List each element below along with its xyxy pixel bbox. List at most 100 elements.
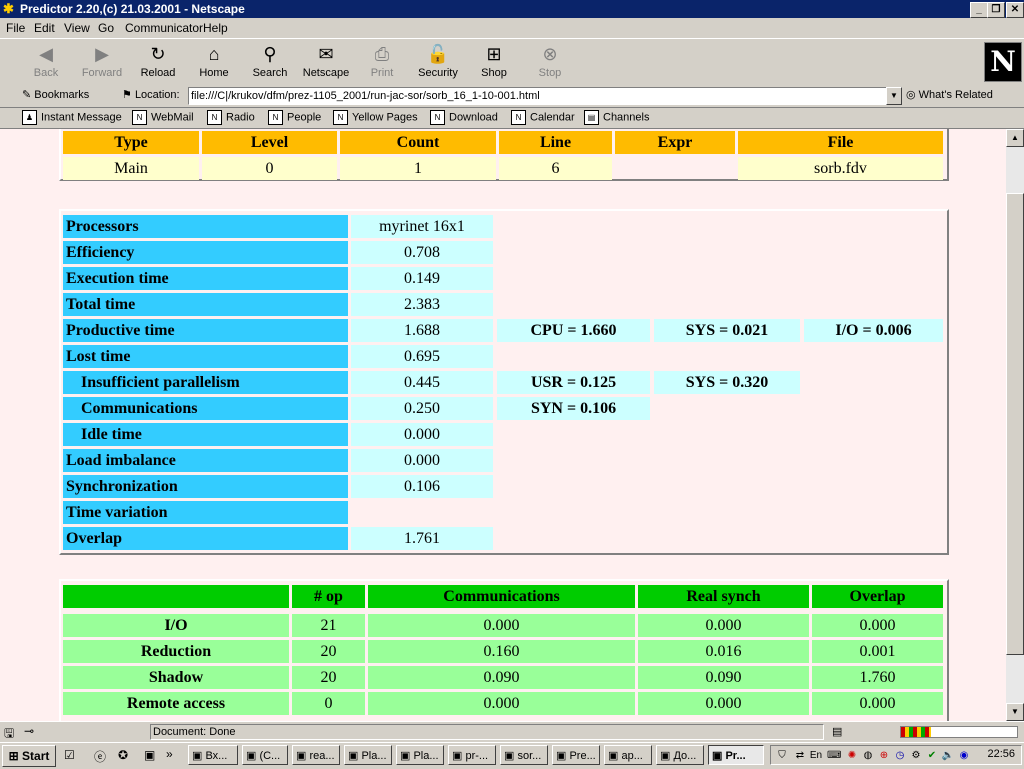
scroll-up-button[interactable]: ▲ — [1006, 129, 1024, 147]
back-arrow-icon: ◀ — [39, 44, 53, 64]
taskbar-window-button[interactable]: ▣ Pre... — [552, 745, 600, 765]
component-bar-icon[interactable]: ▤ — [832, 725, 842, 738]
people-link[interactable]: N People — [268, 110, 321, 125]
taskbar-button-label: Pre... — [569, 750, 596, 762]
taskbar-window-button[interactable]: ▣ sor... — [500, 745, 548, 765]
window-icon: ▣ — [348, 750, 362, 762]
metric-value: myrinet 16x1 — [351, 215, 493, 238]
page-content: Type Level Count Line Expr File Main 0 1… — [0, 129, 1006, 721]
taskbar-window-button[interactable]: ▣ Pla... — [396, 745, 444, 765]
channels-link[interactable]: ▤ Channels — [584, 110, 649, 125]
lang-icon[interactable]: En — [809, 749, 823, 762]
volume-icon[interactable]: 🔈 — [941, 749, 955, 762]
print-button[interactable]: ⎙ Print — [356, 41, 408, 83]
clock[interactable]: 22:56 — [987, 748, 1015, 760]
url-dropdown-button[interactable]: ▼ — [886, 87, 902, 105]
webmail-link[interactable]: N WebMail — [132, 110, 194, 125]
taskbar-window-button[interactable]: ▣ ap... — [604, 745, 652, 765]
quicklaunch-ie-icon[interactable]: ⓔ — [94, 748, 106, 765]
status-bar: 🖫 ⊸ Document: Done ▤ — [0, 721, 1024, 742]
search-button[interactable]: ⚲ Search — [244, 41, 296, 83]
instant-message-link[interactable]: ♟ Instant Message — [22, 110, 122, 125]
netscape-button[interactable]: ✉ Netscape — [300, 41, 352, 83]
netscape-logo[interactable]: N — [984, 42, 1022, 82]
home-icon: ⌂ — [208, 44, 220, 64]
whats-related-button[interactable]: ◎ What's Related — [906, 88, 993, 101]
tray-app-icon[interactable]: ⚙ — [909, 749, 923, 762]
taskbar-window-button[interactable]: ▣ Pr... — [708, 745, 764, 765]
download-link[interactable]: N Download — [430, 110, 498, 125]
network-icon[interactable]: ⇄ — [793, 749, 807, 762]
quicklaunch-more-icon[interactable]: » — [166, 747, 173, 761]
start-button[interactable]: ⊞ Start — [2, 745, 56, 767]
taskbar-button-label: (C... — [259, 750, 281, 762]
bookmarks-button[interactable]: ✎ Bookmarks — [22, 88, 89, 101]
menu-help[interactable]: Help — [203, 21, 228, 35]
progress-bar — [900, 726, 1018, 738]
bookmark-icon: N — [207, 110, 222, 125]
menu-edit[interactable]: Edit — [34, 21, 55, 35]
channels-icon: ▤ — [584, 110, 599, 125]
menu-communicator[interactable]: Communicator — [125, 21, 203, 35]
shop-button[interactable]: ⊞ Shop — [468, 41, 520, 83]
close-button[interactable]: ✕ — [1006, 2, 1024, 18]
tray-app-icon[interactable]: ✔ — [925, 749, 939, 762]
shield-icon[interactable]: ⛉ — [775, 749, 789, 762]
bookmark-icon: N — [333, 110, 348, 125]
location-label: ⚑ Location: — [122, 89, 180, 101]
bookmark-icon: N — [132, 110, 147, 125]
connection-status-icon: ⊸ — [24, 724, 35, 738]
taskbar-window-button[interactable]: ▣ Pla... — [344, 745, 392, 765]
quicklaunch-netscape-icon[interactable]: ✪ — [118, 748, 128, 762]
taskbar-button-label: sor... — [517, 750, 542, 762]
menu-bar: File Edit View Go Communicator Help — [0, 18, 1024, 38]
radio-link[interactable]: N Radio — [207, 110, 255, 125]
metric-value: 0.149 — [351, 267, 493, 290]
tray-app-icon[interactable]: ◍ — [861, 749, 875, 762]
metric-breakdown: SYS = 0.021 — [654, 319, 800, 342]
window-icon: ▣ — [246, 750, 260, 762]
table-cell: 6 — [499, 157, 612, 180]
scroll-down-button[interactable]: ▼ — [1006, 703, 1024, 721]
system-tray: ⛉ ⇄ En ⌨ ✺ ◍ ⊕ ◷ ⚙ ✔ 🔈 ◉ 22:56 — [770, 745, 1022, 765]
maximize-button[interactable]: ❐ — [987, 2, 1005, 18]
yellow-pages-link[interactable]: N Yellow Pages — [333, 110, 418, 125]
antivirus-icon[interactable]: ✺ — [845, 749, 859, 762]
taskbar-button-label: pr-... — [465, 750, 489, 762]
menu-view[interactable]: View — [64, 21, 90, 35]
taskbar-window-button[interactable]: ▣ (C... — [242, 745, 288, 765]
tray-app-icon[interactable]: ◉ — [957, 749, 971, 762]
back-button[interactable]: ◀ Back — [20, 41, 72, 83]
taskbar-window-button[interactable]: ▣ До... — [656, 745, 704, 765]
window-title: Predictor 2.20,(c) 21.03.2001 - Netscape — [20, 2, 245, 16]
metric-label: Overlap — [63, 527, 348, 550]
netscape-app-icon[interactable]: ✱ — [3, 2, 17, 16]
menu-file[interactable]: File — [6, 21, 25, 35]
stop-button[interactable]: ⊗ Stop — [524, 41, 576, 83]
person-icon: ♟ — [22, 110, 37, 125]
scroll-thumb[interactable] — [1006, 193, 1024, 655]
security-button[interactable]: 🔓 Security — [412, 41, 464, 83]
tray-app-icon[interactable]: ⊕ — [877, 749, 891, 762]
url-input[interactable]: file:///C|/krukov/dfm/prez-1105_2001/run… — [188, 87, 888, 105]
taskbar-window-button[interactable]: ▣ rea... — [292, 745, 340, 765]
metric-value: 0.000 — [351, 449, 493, 472]
reload-button[interactable]: ↻ Reload — [132, 41, 184, 83]
vertical-scrollbar[interactable]: ▲ ▼ — [1006, 129, 1024, 721]
taskbar-window-button[interactable]: ▣ Вх... — [188, 745, 238, 765]
location-icon: ⚑ — [122, 89, 132, 101]
keyboard-icon[interactable]: ⌨ — [827, 749, 841, 762]
taskbar-window-button[interactable]: ▣ pr-... — [448, 745, 496, 765]
forward-button[interactable]: ▶ Forward — [76, 41, 128, 83]
clock-app-icon[interactable]: ◷ — [893, 749, 907, 762]
quicklaunch-desktop-icon[interactable]: ▣ — [144, 748, 155, 762]
navigation-toolbar: ◀ Back ▶ Forward ↻ Reload ⌂ Home ⚲ Search ✉ Ne… — [0, 38, 1024, 86]
minimize-button[interactable]: _ — [970, 2, 988, 18]
metric-label: Communications — [63, 397, 348, 420]
op-value: 0.000 — [638, 614, 809, 637]
home-button[interactable]: ⌂ Home — [188, 41, 240, 83]
calendar-link[interactable]: N Calendar — [511, 110, 575, 125]
menu-go[interactable]: Go — [98, 21, 114, 35]
op-type-label: Remote access — [63, 692, 289, 715]
quicklaunch-outlook-icon[interactable]: ☑ — [64, 748, 75, 762]
